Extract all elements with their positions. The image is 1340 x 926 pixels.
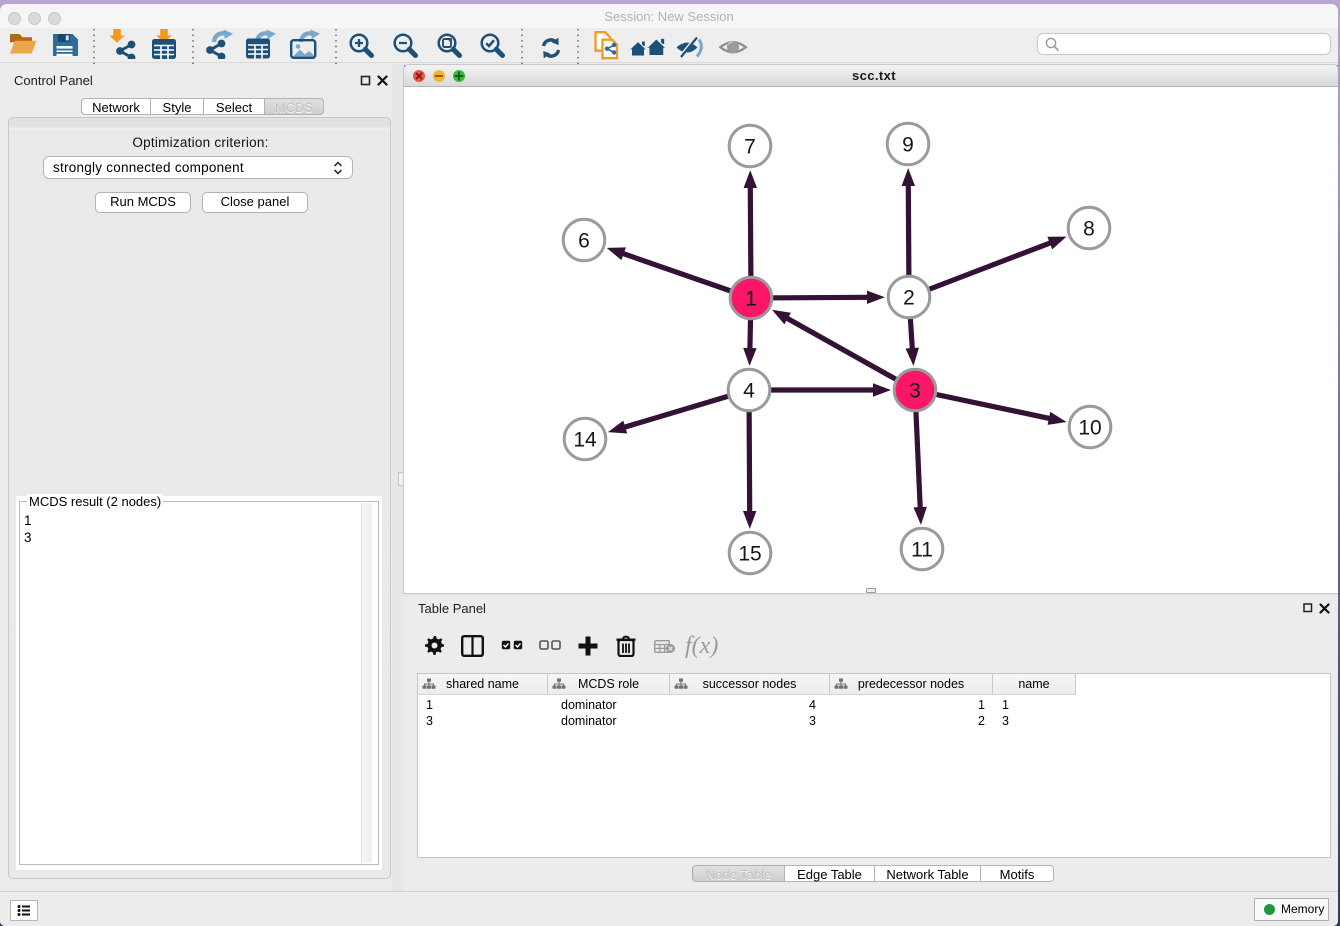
svg-text:3: 3 bbox=[909, 380, 921, 403]
svg-text:2: 2 bbox=[903, 287, 915, 310]
svg-text:1: 1 bbox=[745, 288, 757, 311]
svg-text:8: 8 bbox=[1083, 218, 1095, 241]
svg-text:9: 9 bbox=[902, 134, 914, 157]
svg-text:4: 4 bbox=[743, 380, 755, 403]
svg-text:14: 14 bbox=[573, 429, 597, 452]
svg-text:6: 6 bbox=[578, 230, 590, 253]
svg-text:15: 15 bbox=[738, 543, 761, 566]
svg-text:11: 11 bbox=[911, 539, 933, 562]
svg-text:10: 10 bbox=[1078, 417, 1101, 440]
svg-text:7: 7 bbox=[744, 136, 756, 159]
